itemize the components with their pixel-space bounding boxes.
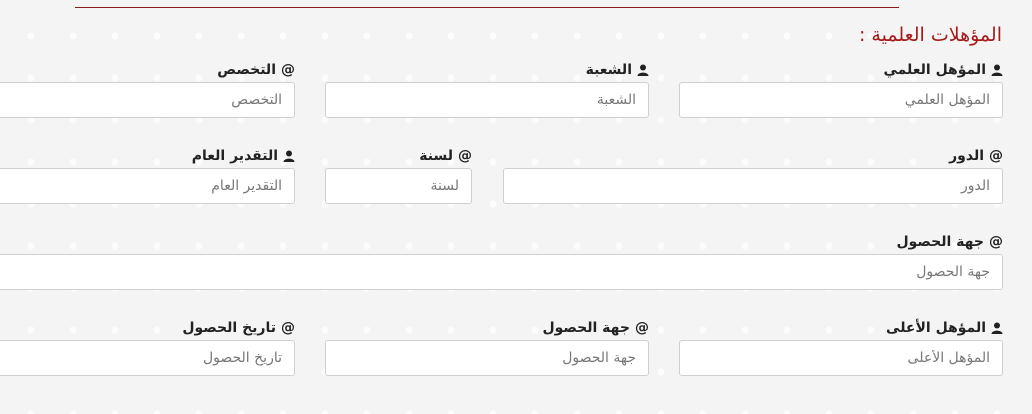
user-icon [991,322,1003,334]
at-icon: @ [635,320,649,336]
year-input[interactable] [325,168,472,204]
field-label-text: التخصص [217,62,276,78]
issuer-input[interactable] [0,254,1003,290]
round-input[interactable] [503,168,1003,204]
overall-grade-input[interactable] [0,168,295,204]
field-round: @ الدور [503,148,1003,214]
user-icon [283,150,295,162]
field-qualification: المؤهل العلمي [679,62,1003,128]
field-label: @ التخصص [217,62,295,78]
field-label: @ جهة الحصول [896,234,1003,250]
qualification-input[interactable] [679,82,1003,118]
field-label-text: تاريخ الحصول [182,320,276,336]
at-icon: @ [989,234,1003,250]
field-label-text: الشعبة [585,62,632,78]
field-issuer: @ جهة الحصول [0,234,1003,300]
field-label: المؤهل الأعلى [886,320,1003,336]
field-label: @ جهة الحصول [542,320,649,336]
field-branch: الشعبة [325,62,649,128]
field-label-text: التقدير العام [191,148,278,164]
field-label: المؤهل العلمي [883,62,1003,78]
specialization-input[interactable] [0,82,295,118]
obtain-date-input[interactable] [0,340,295,376]
at-icon: @ [281,62,295,78]
at-icon: @ [281,320,295,336]
field-label-text: لسنة [419,148,453,164]
branch-input[interactable] [325,82,649,118]
field-higher-qualification: المؤهل الأعلى [679,320,1003,386]
at-icon: @ [458,148,472,164]
field-specialization: @ التخصص [0,62,295,128]
higher-issuer-input[interactable] [325,340,649,376]
divider [75,7,899,8]
at-icon: @ [989,148,1003,164]
field-label-text: المؤهل العلمي [883,62,986,78]
field-label-text: الدور [949,148,984,164]
field-label-text: جهة الحصول [542,320,630,336]
field-obtain-date: @ تاريخ الحصول [0,320,295,386]
user-icon [991,64,1003,76]
field-label: الشعبة [586,62,649,78]
field-label: @ تاريخ الحصول [182,320,295,336]
section-title: المؤهلات العلمية : [858,24,1002,46]
field-label: @ الدور [949,148,1003,164]
field-year: @ لسنة [325,148,472,214]
field-label: @ لسنة [419,148,472,164]
user-icon [637,64,649,76]
higher-qualification-input[interactable] [679,340,1003,376]
field-label-text: جهة الحصول [896,234,984,250]
field-label-text: المؤهل الأعلى [886,320,986,336]
field-overall-grade: التقدير العام [0,148,295,214]
field-higher-issuer: @ جهة الحصول [325,320,649,386]
field-label: التقدير العام [192,148,295,164]
